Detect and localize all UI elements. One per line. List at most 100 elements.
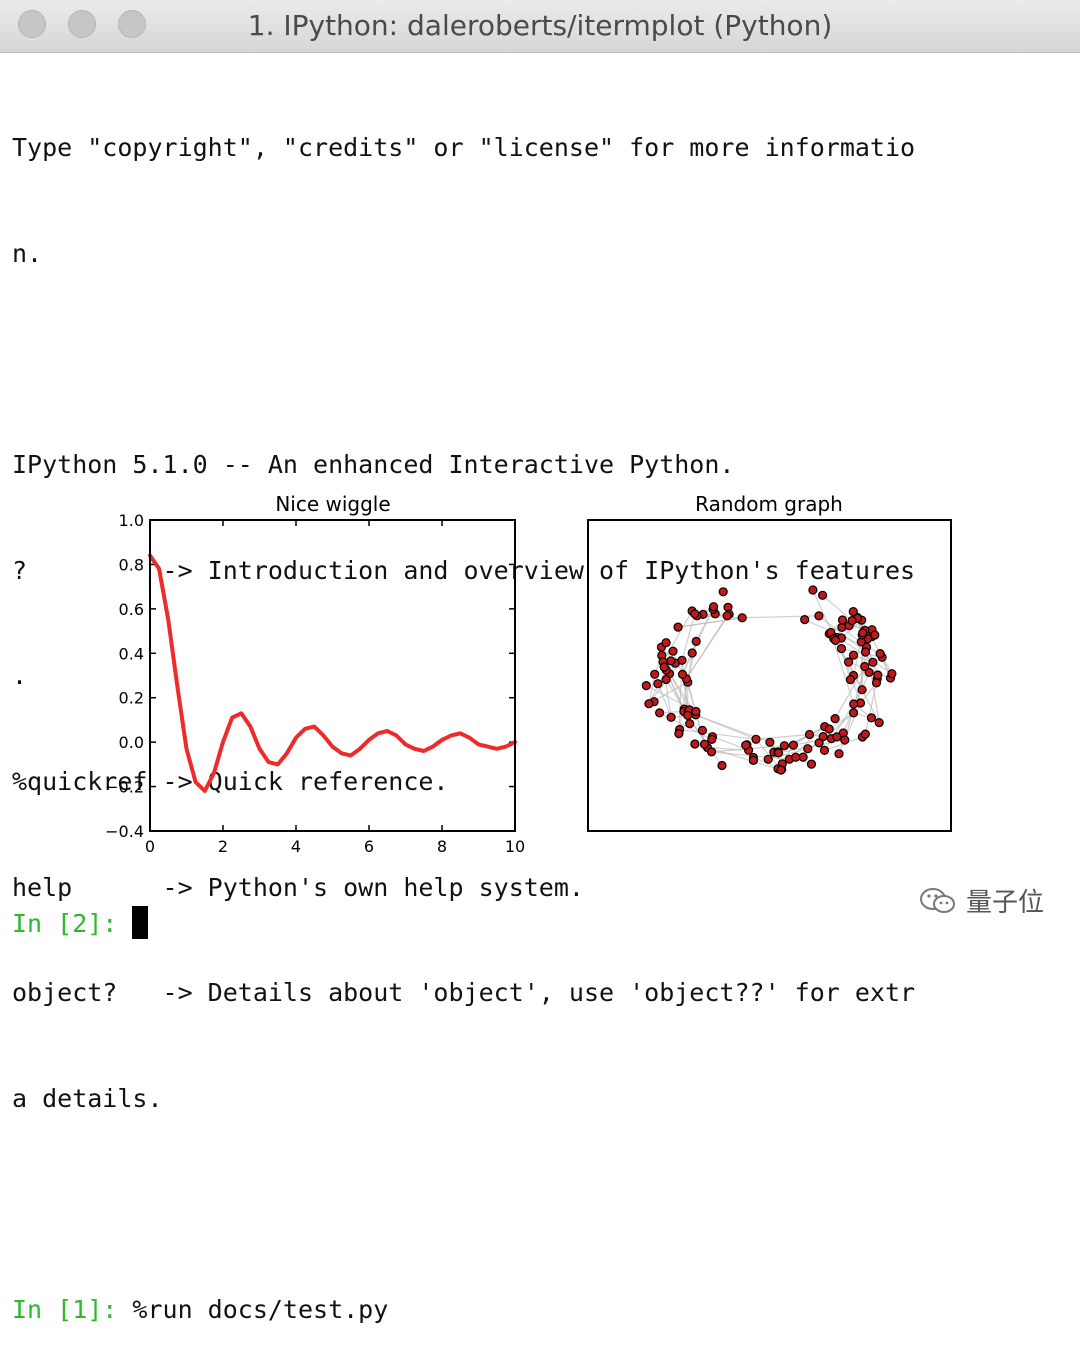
y-tick-label: 0.8 [119,555,144,574]
graph-node [679,670,687,678]
graph-node [831,715,839,723]
graph-node [850,709,858,717]
plot-output: Nice wiggle −0.4 −0.2 0.0 0.2 0.4 0.6 0.8 1.0 0… [0,488,1080,908]
graph-node [684,711,692,719]
y-tick-label: 0.4 [119,644,144,663]
graph-node [708,748,716,756]
graph-node [867,714,875,722]
y-tick-label: 0.6 [119,600,144,619]
terminal-line: IPython 5.1.0 -- An enhanced Interactive… [12,447,915,482]
wiggle-chart: Nice wiggle −0.4 −0.2 0.0 0.2 0.4 0.6 0.8 1.0 0… [105,492,525,856]
graph-node [698,726,706,734]
graph-node [861,730,869,738]
prompt-label: In [1]: [12,1295,117,1324]
graph-node [808,760,816,768]
graph-node [819,591,827,599]
graph-node [874,671,882,679]
graph-node [809,586,817,594]
graph-node [888,670,896,678]
chart-title: Random graph [695,492,843,516]
graph-node [675,730,683,738]
graph-node [642,682,650,690]
graph-node [710,603,718,611]
graph-node [789,741,797,749]
text-cursor [132,906,148,939]
graph-node [662,639,670,647]
x-tick-label: 2 [218,837,228,856]
graph-node [847,676,855,684]
graph-node [688,649,696,657]
graph-node [839,616,847,624]
graph-edge [823,595,852,620]
graph-node [660,663,668,671]
watermark: 量子位 [918,882,1044,919]
chart-title: Nice wiggle [275,492,390,516]
wechat-icon [918,886,958,916]
prompt-label: In [2]: [12,909,117,938]
graph-node [815,739,823,747]
graph-node [792,753,800,761]
y-tick-label: −0.4 [105,822,144,841]
y-tick-label: 1.0 [119,511,144,530]
graph-node [766,738,774,746]
y-tick-label: 0.2 [119,689,144,708]
graph-node [691,610,699,618]
terminal-line: Type "copyright", "credits" or "license"… [12,130,915,165]
graph-node [667,713,675,721]
random-graph-chart: Random graph [588,492,951,831]
graph-node [848,617,856,625]
input-prompt-1: In [1]: %run docs/test.py [12,1292,915,1327]
series-line [150,556,515,792]
plot-frame [588,520,951,831]
graph-node [832,636,840,644]
graph-node [656,709,664,717]
graph-node [801,616,809,624]
graph-node [777,766,785,774]
graph-node [691,740,699,748]
x-tick-label: 0 [145,837,155,856]
graph-node [718,762,726,770]
graph-node [775,749,783,757]
graph-node [804,745,812,753]
window-titlebar: 1. IPython: daleroberts/itermplot (Pytho… [0,0,1080,53]
input-prompt-2[interactable]: In [2]: [12,906,148,941]
graph-node [825,725,833,733]
plot-frame [150,520,515,831]
graph-node [871,631,879,639]
prompt-command: %run docs/test.py [117,1295,388,1324]
graph-node [869,658,877,666]
graph-node [692,637,700,645]
graph-node [701,740,709,748]
graph-node [667,657,675,665]
terminal-line: n. [12,236,915,271]
graph-node [821,746,829,754]
terminal-line [12,1186,915,1221]
x-tick-label: 6 [364,837,374,856]
graph-node [876,650,884,658]
graph-node [875,719,883,727]
y-tick-label: 0.0 [119,733,144,752]
window-title: 1. IPython: daleroberts/itermplot (Pytho… [0,9,1080,42]
terminal-line: a details. [12,1081,915,1116]
y-tick-label: −0.2 [105,778,144,797]
graph-node [799,753,807,761]
graph-node [859,629,867,637]
graph-node [678,656,686,664]
x-tick-label: 10 [505,837,525,856]
graph-node [645,700,653,708]
graph-node [651,670,659,678]
graph-node [654,680,662,688]
graph-node [815,612,823,620]
graph-node [850,651,858,659]
graph-node [686,720,694,728]
graph-node [858,686,866,694]
graph-node [841,736,849,744]
x-tick-label: 8 [437,837,447,856]
graph-node [780,742,788,750]
graph-node [835,750,843,758]
graph-node [850,700,858,708]
terminal-line: object? -> Details about 'object', use '… [12,975,915,1010]
graph-node [861,663,869,671]
graph-node [862,648,870,656]
watermark-text: 量子位 [966,882,1044,919]
